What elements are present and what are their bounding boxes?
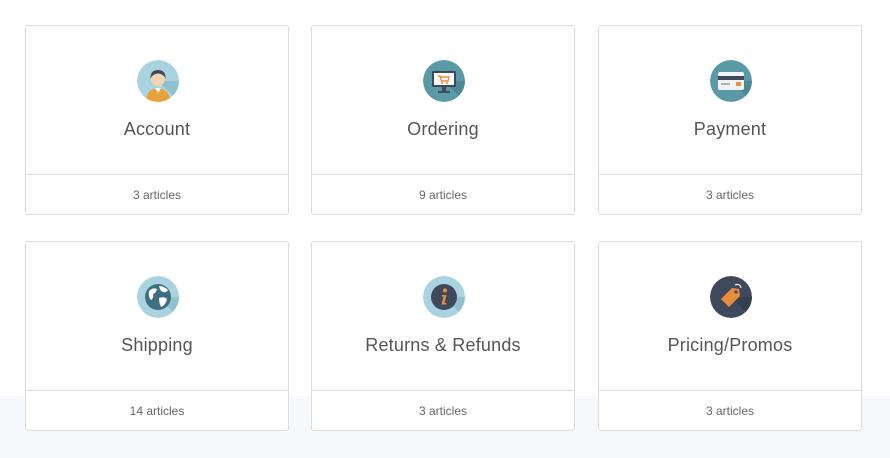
article-count: 3 articles [418,404,468,418]
category-card-returns-refunds[interactable]: Returns & Refunds 3 articles [311,241,575,431]
category-title: Ordering [407,119,479,139]
card-header: Account [26,26,288,175]
article-count: 3 articles [705,404,755,418]
card-header: Returns & Refunds [312,242,574,391]
price-tag-icon [710,276,752,318]
globe-icon [137,276,179,318]
category-title: Returns & Refunds [365,335,521,355]
info-icon [423,276,465,318]
article-count: 3 articles [132,188,182,202]
category-title: Account [123,119,191,139]
category-title: Shipping [121,335,193,355]
card-header: Payment [599,26,861,175]
category-title: Pricing/Promos [667,335,793,355]
credit-card-icon [710,60,752,102]
article-count: 9 articles [418,188,468,202]
card-header: Pricing/Promos [599,242,861,391]
category-card-shipping[interactable]: Shipping 14 articles [25,241,289,431]
category-card-account[interactable]: Account 3 articles [25,25,289,215]
category-card-pricing-promos[interactable]: Pricing/Promos 3 articles [598,241,862,431]
card-header: Shipping [26,242,288,391]
card-header: Ordering [312,26,574,175]
article-count: 3 articles [705,188,755,202]
category-card-payment[interactable]: Payment 3 articles [598,25,862,215]
category-title: Payment [693,119,767,139]
category-card-ordering[interactable]: Ordering 9 articles [311,25,575,215]
person-icon [137,60,179,102]
article-count: 14 articles [129,404,185,418]
computer-cart-icon [423,60,465,102]
